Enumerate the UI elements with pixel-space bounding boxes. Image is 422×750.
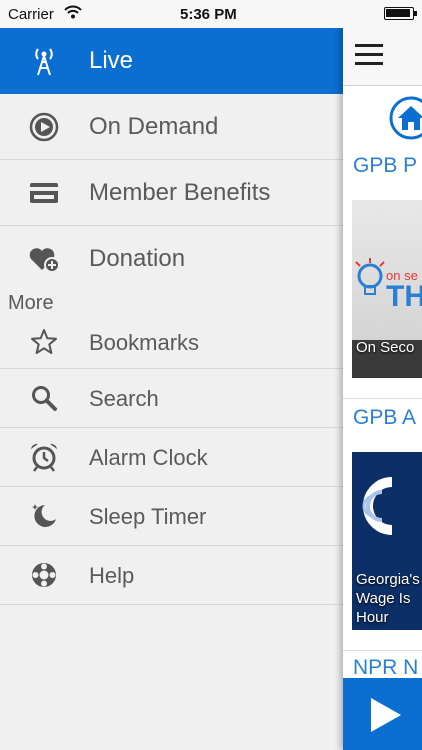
search-icon (28, 382, 60, 414)
section-title[interactable]: GPB A (353, 406, 416, 430)
more-section-header: More (8, 292, 54, 314)
content-panel: GPB P on se TH On Seco GPB A Georgia's W… (343, 0, 422, 750)
menu-item-label: Search (89, 386, 159, 411)
menu-item-label: Member Benefits (89, 179, 271, 206)
moon-icon (28, 500, 60, 532)
divider (343, 398, 422, 399)
menu-item-label: On Demand (89, 113, 219, 140)
episode-caption: Hour (356, 609, 389, 626)
play-circle-icon (28, 111, 60, 143)
episode-caption: On Seco (356, 339, 415, 356)
heart-plus-icon (28, 243, 60, 275)
menu-item-alarm-clock[interactable]: Alarm Clock (0, 428, 343, 487)
lifebuoy-icon (28, 559, 60, 591)
wifi-icon (64, 5, 82, 23)
menu-item-bookmarks[interactable]: Bookmarks (0, 316, 343, 369)
episode-thumbnail[interactable]: Georgia's Wage Is Hour (352, 452, 422, 630)
menu-item-live[interactable]: Live (0, 28, 343, 94)
menu-item-label: Help (89, 563, 135, 588)
menu-item-label: Bookmarks (89, 330, 200, 355)
side-menu: Live On Demand Member Benefits Donation … (0, 28, 343, 750)
carrier-label: Carrier (8, 6, 54, 23)
clock-time: 5:36 PM (180, 6, 237, 23)
menu-item-sleep-timer[interactable]: Sleep Timer (0, 487, 343, 546)
episode-thumbnail[interactable]: on se TH On Seco (352, 200, 422, 378)
status-bar: Carrier 5:36 PM (0, 0, 422, 28)
star-icon (28, 326, 60, 358)
menu-item-help[interactable]: Help (0, 546, 343, 605)
hamburger-menu-icon[interactable] (355, 44, 383, 66)
menu-item-on-demand[interactable]: On Demand (0, 94, 343, 160)
menu-item-search[interactable]: Search (0, 369, 343, 428)
home-icon[interactable] (389, 96, 422, 145)
menu-item-label: Live (89, 47, 134, 74)
battery-icon (384, 7, 417, 20)
section-title[interactable]: GPB P (353, 154, 417, 178)
alarm-clock-icon (28, 441, 60, 473)
episode-caption: Wage Is (356, 590, 411, 607)
play-icon[interactable] (365, 695, 405, 735)
menu-item-label: Alarm Clock (89, 445, 208, 470)
menu-item-donation[interactable]: Donation (0, 226, 343, 292)
section-title[interactable]: NPR N (353, 656, 418, 680)
menu-item-member-benefits[interactable]: Member Benefits (0, 160, 343, 226)
divider (343, 650, 422, 651)
menu-item-label: Sleep Timer (89, 504, 207, 529)
episode-caption: Georgia's (356, 571, 420, 588)
card-icon (28, 177, 60, 209)
player-bar (343, 678, 422, 750)
thumb-big-text: TH (386, 280, 422, 313)
menu-item-label: Donation (89, 245, 186, 272)
antenna-icon (28, 45, 60, 77)
